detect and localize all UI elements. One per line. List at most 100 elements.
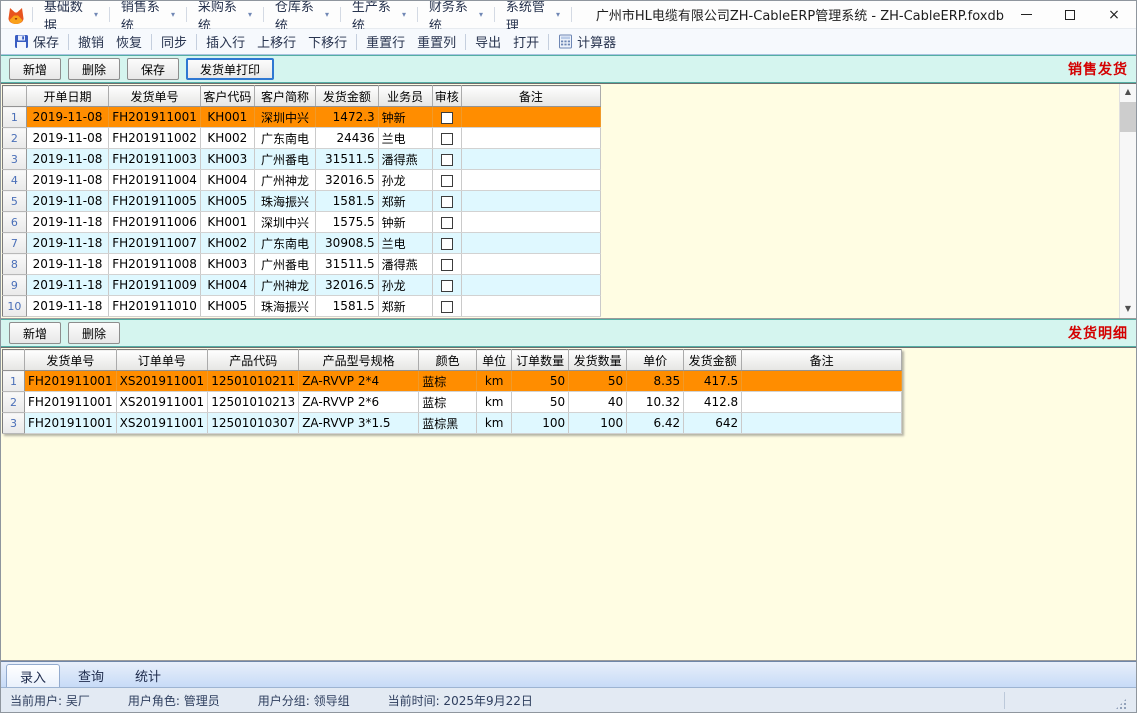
cell-check[interactable] (432, 149, 461, 170)
column-header[interactable]: 发货数量 (569, 350, 627, 371)
cell-customer-name[interactable]: 深圳中兴 (254, 212, 315, 233)
row-number-cell[interactable]: 2 (3, 128, 27, 149)
cell-doc-no[interactable]: FH201911008 (109, 254, 201, 275)
cell-ship-qty[interactable]: 100 (569, 413, 627, 434)
cell-amount[interactable]: 417.5 (684, 371, 742, 392)
menu-item-4[interactable]: 生产系统▾ (343, 1, 415, 28)
cell-blank[interactable] (461, 128, 600, 149)
row-number-cell[interactable]: 4 (3, 170, 27, 191)
cell-amount[interactable]: 31511.5 (316, 149, 378, 170)
cell-blank[interactable] (742, 371, 902, 392)
cell-salesperson[interactable]: 潘得燕 (378, 149, 432, 170)
cell-customer-code[interactable]: KH005 (200, 296, 254, 317)
cell-date[interactable]: 2019-11-08 (26, 149, 108, 170)
column-header[interactable]: 审核 (432, 86, 461, 107)
cell-customer-code[interactable]: KH003 (200, 149, 254, 170)
cell-blank[interactable] (742, 392, 902, 413)
column-header[interactable]: 备注 (461, 86, 600, 107)
column-header[interactable]: 颜色 (419, 350, 477, 371)
delete-button[interactable]: 删除 (68, 58, 120, 80)
audit-checkbox[interactable] (441, 301, 453, 313)
cell-customer-code[interactable]: KH004 (200, 170, 254, 191)
cell-spec[interactable]: ZA-RVVP 2*6 (299, 392, 419, 413)
cell-date[interactable]: 2019-11-08 (26, 128, 108, 149)
cell-doc-no[interactable]: FH201911002 (109, 128, 201, 149)
cell-amount[interactable]: 30908.5 (316, 233, 378, 254)
cell-check[interactable] (432, 233, 461, 254)
cell-amount[interactable]: 1581.5 (316, 296, 378, 317)
audit-checkbox[interactable] (441, 112, 453, 124)
cell-customer-code[interactable]: KH001 (200, 212, 254, 233)
cell-check[interactable] (432, 254, 461, 275)
toolbar-item-计算器[interactable]: 计算器 (552, 29, 622, 54)
cell-doc-no[interactable]: FH201911003 (109, 149, 201, 170)
cell-customer-code[interactable]: KH005 (200, 191, 254, 212)
toolbar-item-同步[interactable]: 同步 (155, 29, 193, 54)
column-header[interactable]: 备注 (742, 350, 902, 371)
column-header[interactable]: 单价 (627, 350, 684, 371)
cell-spec[interactable]: ZA-RVVP 2*4 (299, 371, 419, 392)
row-number-cell[interactable]: 3 (3, 413, 25, 434)
cell-customer-name[interactable]: 深圳中兴 (254, 107, 315, 128)
cell-date[interactable]: 2019-11-08 (26, 107, 108, 128)
toolbar-item-重置行[interactable]: 重置行 (360, 29, 411, 54)
delivery-print-button[interactable]: 发货单打印 (186, 58, 274, 80)
cell-product-code[interactable]: 12501010213 (208, 392, 299, 413)
row-number-cell[interactable]: 2 (3, 392, 25, 413)
menu-item-5[interactable]: 财务系统▾ (420, 1, 492, 28)
cell-salesperson[interactable]: 兰电 (378, 128, 432, 149)
cell-customer-name[interactable]: 广州番电 (254, 149, 315, 170)
cell-check[interactable] (432, 296, 461, 317)
cell-salesperson[interactable]: 孙龙 (378, 275, 432, 296)
cell-doc-no[interactable]: FH201911001 (25, 413, 117, 434)
audit-checkbox[interactable] (441, 217, 453, 229)
column-header[interactable]: 发货金额 (316, 86, 378, 107)
row-number-cell[interactable]: 9 (3, 275, 27, 296)
scroll-thumb[interactable] (1120, 102, 1136, 132)
cell-date[interactable]: 2019-11-08 (26, 191, 108, 212)
menu-item-6[interactable]: 系统管理▾ (497, 1, 569, 28)
add-button[interactable]: 新增 (9, 58, 61, 80)
toolbar-item-导出[interactable]: 导出 (469, 29, 507, 54)
cell-customer-code[interactable]: KH003 (200, 254, 254, 275)
row-number-cell[interactable]: 7 (3, 233, 27, 254)
cell-amount[interactable]: 412.8 (684, 392, 742, 413)
column-header[interactable]: 单位 (477, 350, 512, 371)
toolbar-item-下移行[interactable]: 下移行 (302, 29, 353, 54)
cell-date[interactable]: 2019-11-18 (26, 254, 108, 275)
column-header[interactable]: 订单数量 (512, 350, 569, 371)
tab-query[interactable]: 查询 (65, 664, 117, 687)
cell-check[interactable] (432, 128, 461, 149)
cell-spec[interactable]: ZA-RVVP 3*1.5 (299, 413, 419, 434)
cell-date[interactable]: 2019-11-18 (26, 233, 108, 254)
audit-checkbox[interactable] (441, 238, 453, 250)
save-button[interactable]: 保存 (127, 58, 179, 80)
cell-check[interactable] (432, 275, 461, 296)
audit-checkbox[interactable] (441, 196, 453, 208)
cell-customer-code[interactable]: KH002 (200, 233, 254, 254)
toolbar-item-上移行[interactable]: 上移行 (251, 29, 302, 54)
row-number-cell[interactable]: 1 (3, 371, 25, 392)
cell-doc-no[interactable]: FH201911004 (109, 170, 201, 191)
cell-unit[interactable]: km (477, 371, 512, 392)
cell-price[interactable]: 6.42 (627, 413, 684, 434)
cell-color[interactable]: 蓝棕 (419, 371, 477, 392)
cell-order-no[interactable]: XS201911001 (116, 392, 208, 413)
cell-check[interactable] (432, 212, 461, 233)
cell-blank[interactable] (461, 170, 600, 191)
audit-checkbox[interactable] (441, 280, 453, 292)
cell-amount[interactable]: 1472.3 (316, 107, 378, 128)
cell-salesperson[interactable]: 郑新 (378, 296, 432, 317)
close-button[interactable]: × (1092, 1, 1136, 28)
cell-doc-no[interactable]: FH201911001 (25, 371, 117, 392)
cell-customer-name[interactable]: 珠海振兴 (254, 191, 315, 212)
cell-order-qty[interactable]: 50 (512, 392, 569, 413)
cell-amount[interactable]: 1581.5 (316, 191, 378, 212)
cell-date[interactable]: 2019-11-08 (26, 170, 108, 191)
cell-unit[interactable]: km (477, 392, 512, 413)
cell-amount[interactable]: 24436 (316, 128, 378, 149)
cell-amount[interactable]: 642 (684, 413, 742, 434)
scroll-up-button[interactable]: ▲ (1120, 84, 1136, 101)
minimize-button[interactable] (1004, 1, 1048, 28)
column-header[interactable]: 订单单号 (116, 350, 208, 371)
